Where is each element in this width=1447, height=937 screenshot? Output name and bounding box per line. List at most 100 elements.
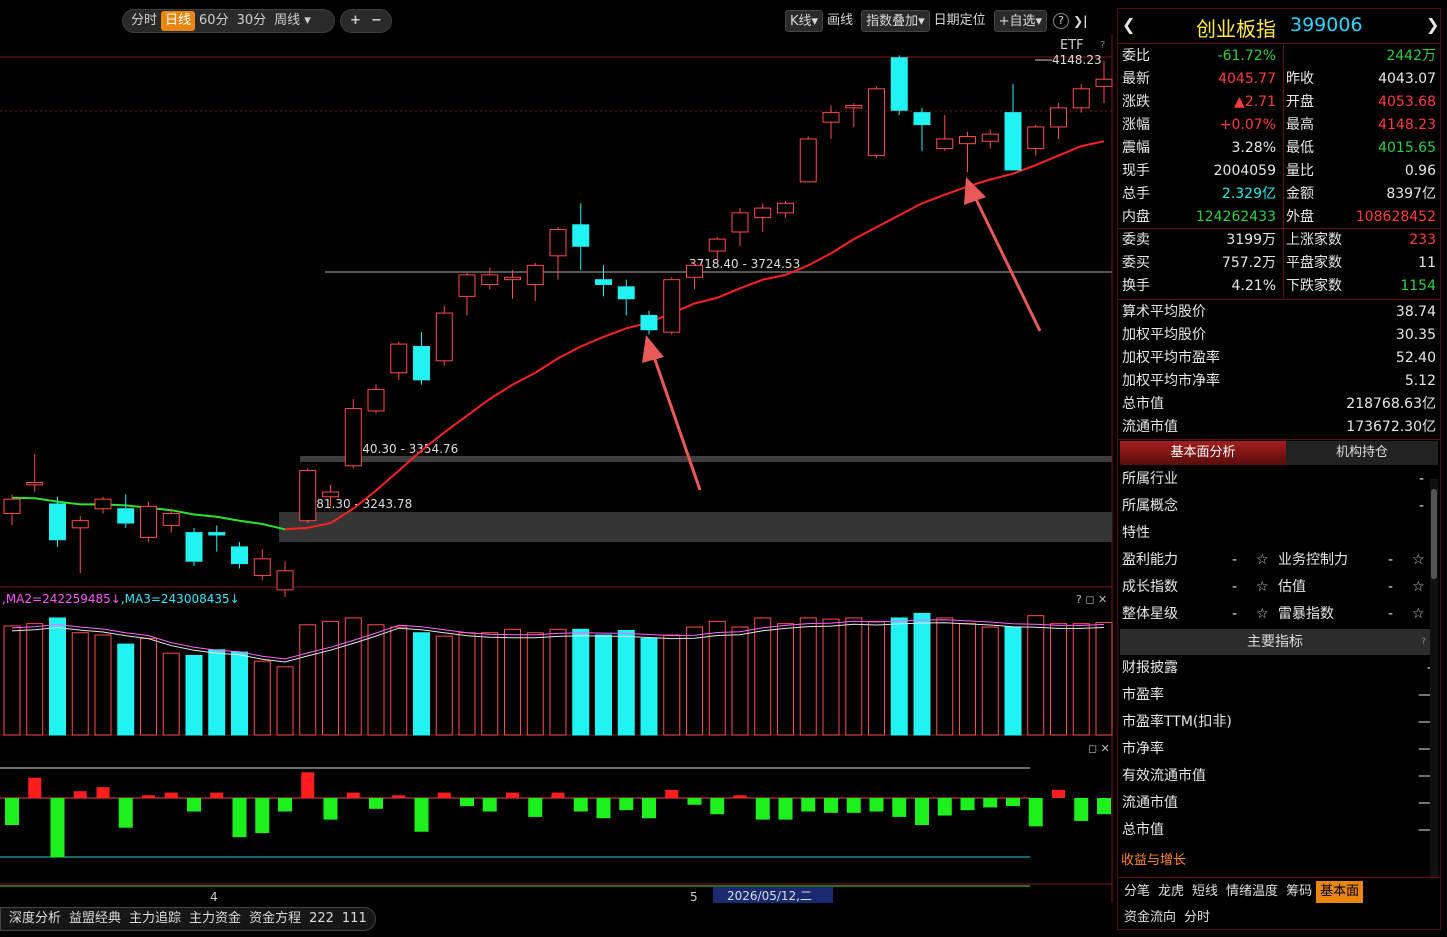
quote-value: -61.72%	[1217, 48, 1276, 64]
scrollbar-thumb[interactable]	[1431, 489, 1437, 579]
panel-tab[interactable]: 筹码	[1282, 881, 1316, 903]
rating-label: 估值	[1278, 579, 1306, 595]
quote-value: 233	[1409, 232, 1436, 248]
quote-label: 外盘	[1286, 209, 1314, 225]
collapse-panel-icon[interactable]: ❯|	[1069, 10, 1091, 32]
tab-institution-holdings[interactable]: 机构持仓	[1286, 441, 1438, 465]
volume-bar	[458, 632, 476, 736]
macd-bar	[437, 792, 451, 798]
quote-label: 昨收	[1286, 71, 1314, 87]
tab-main-funds[interactable]: 主力资金	[185, 908, 245, 930]
draw-line-button[interactable]: 画线	[823, 10, 857, 32]
tab-minute[interactable]: 分时	[127, 11, 161, 31]
volume-bar	[959, 623, 976, 736]
index-overlay-dropdown[interactable]: 指数叠加▾	[861, 10, 930, 32]
candle-body	[390, 343, 408, 374]
panel-tab[interactable]: 资金流向	[1120, 907, 1180, 929]
help-icon[interactable]: ?	[1053, 13, 1070, 29]
tab-daily[interactable]: 日线	[161, 11, 196, 31]
macd-bar	[824, 798, 838, 813]
basic-label: 特性	[1122, 525, 1150, 541]
panel-tab[interactable]: 短线	[1188, 881, 1222, 903]
tab-60min[interactable]: 60分	[195, 11, 233, 31]
overlay-label: 指数叠加	[866, 14, 919, 29]
zone-label-3: 3181.30 - 3243.78	[301, 497, 412, 511]
tab-depth-analysis[interactable]: 深度分析	[5, 908, 65, 930]
zoom-in-button[interactable]: +	[346, 11, 365, 31]
tab-111[interactable]: 111	[338, 908, 371, 930]
volume-bar	[253, 660, 271, 736]
quote-value: 4.21%	[1231, 278, 1276, 294]
next-stock-arrow[interactable]: ❯	[1426, 15, 1439, 34]
macd-bar	[892, 798, 907, 817]
candle-body	[890, 57, 908, 111]
kline-type-dropdown[interactable]: K线▾	[785, 10, 824, 32]
zoom-out-button[interactable]: −	[367, 11, 386, 31]
candle-body	[754, 207, 772, 219]
tab-main-tracking[interactable]: 主力追踪	[125, 908, 185, 930]
candle-body	[1050, 107, 1067, 128]
stat-value: 30.35	[1395, 327, 1436, 343]
watchlist-label: +自选	[998, 14, 1036, 29]
rating-label: 业务控制力	[1278, 552, 1348, 568]
volume-panel-controls[interactable]: ? ◻ ✕	[1076, 593, 1107, 606]
etf-label[interactable]: ETF	[1060, 38, 1084, 53]
cursor-date: 2026/05/12,二	[727, 889, 812, 903]
volume-bar	[71, 632, 89, 736]
indicator-row: 总市值 —	[1118, 819, 1438, 842]
macd-bar	[619, 798, 634, 811]
kline-chart-area[interactable]: ETF ? 3718.40 - 3724.53 3340.30 - 3354.7…	[0, 35, 1114, 905]
indicator-row: 市盈率 —	[1118, 684, 1438, 707]
panel-tab[interactable]: 基本面	[1316, 881, 1364, 903]
candle-body	[367, 388, 385, 412]
tab-fundamental-analysis[interactable]: 基本面分析	[1120, 441, 1286, 465]
quote-label: 涨幅	[1122, 117, 1150, 133]
volume-bar	[208, 649, 226, 736]
candle-body	[913, 112, 931, 126]
macd-panel-controls[interactable]: ◻ ✕	[1088, 742, 1110, 755]
volume-bar	[845, 617, 863, 736]
macd-bar	[255, 798, 270, 834]
macd-bar	[937, 798, 952, 816]
candle-body	[799, 138, 817, 183]
macd-bar	[50, 798, 65, 858]
macd-bar	[210, 792, 224, 798]
basic-label: 所属行业	[1122, 471, 1178, 487]
quote-label: 现手	[1122, 163, 1150, 179]
macd-bar	[960, 798, 975, 811]
volume-bar	[276, 666, 294, 736]
tab-weekly[interactable]: 周线 ▾	[270, 11, 315, 31]
volume-bar	[822, 618, 840, 736]
tab-30min[interactable]: 30分	[233, 11, 271, 31]
volume-bar	[777, 623, 794, 736]
scrollbar[interactable]	[1430, 479, 1438, 879]
stock-app: { "toolbar": { "period_tabs": ["分时","日线"…	[0, 0, 1447, 937]
volume-bar	[708, 620, 726, 736]
quote-value: ▲2.71	[1234, 94, 1276, 110]
prev-stock-arrow[interactable]: ❮	[1122, 15, 1135, 34]
panel-tab[interactable]: 分笔	[1120, 881, 1154, 903]
rating-row: 成长指数 - ☆ 估值 - ☆	[1118, 576, 1438, 599]
quote-value: 4148.23	[1378, 117, 1436, 133]
tab-yimeng-classic[interactable]: 益盟经典	[65, 908, 125, 930]
star-icon: ☆	[1412, 552, 1425, 568]
tab-222[interactable]: 222	[305, 908, 338, 930]
chart-tools: K线▾ 画线 指数叠加▾ 日期定位 +自选▾ ? ❯|	[781, 9, 1092, 33]
panel-tab[interactable]: 情绪温度	[1222, 881, 1282, 903]
tab-fund-equation[interactable]: 资金方程	[245, 908, 305, 930]
rating-value: -	[1388, 579, 1394, 595]
date-locate-button[interactable]: 日期定位	[930, 10, 990, 32]
help-icon[interactable]: ?	[1421, 629, 1426, 655]
income-growth-link[interactable]: 收益与增长	[1121, 849, 1186, 868]
indicator-label: 市盈率TTM(扣非)	[1122, 714, 1232, 730]
panel-tab[interactable]: 龙虎	[1154, 881, 1188, 903]
star-icon: ☆	[1412, 579, 1425, 595]
candle-body	[822, 112, 840, 123]
add-watchlist-dropdown[interactable]: +自选▾	[993, 10, 1048, 32]
macd-bar	[414, 798, 429, 832]
right-info-panel: ❮ 创业板指 399006 ❯ 委比 -61.72% 2442万 最新 4045.77 昨…	[1117, 8, 1441, 930]
quote-value: +0.07%	[1219, 117, 1276, 133]
panel-tab[interactable]: 分时	[1180, 907, 1214, 929]
chart-help-icon[interactable]: ?	[1100, 40, 1105, 51]
main-indicators-header[interactable]: 主要指标 ?	[1120, 629, 1430, 655]
